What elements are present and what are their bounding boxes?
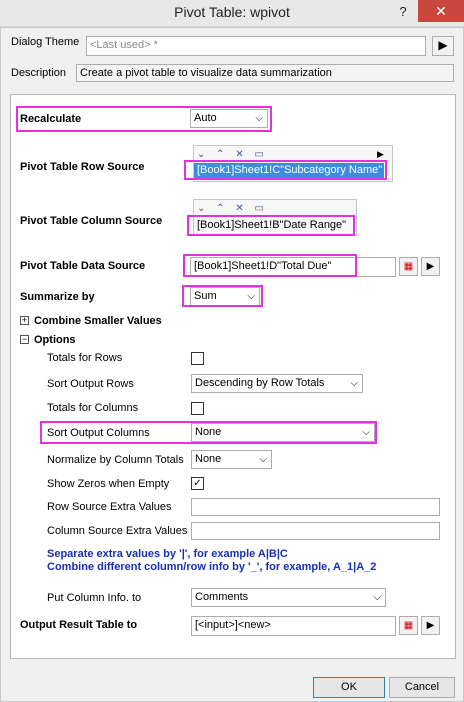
- dialog-theme-label: Dialog Theme: [11, 36, 80, 48]
- chevron-down-icon: ⌵: [362, 427, 370, 438]
- description-label: Description: [11, 67, 67, 79]
- summarize-select[interactable]: Sum ⌵: [190, 287, 260, 306]
- recalculate-value: Auto: [194, 112, 217, 124]
- chevron-down-icon: ⌵: [247, 291, 255, 302]
- normalize-select[interactable]: None ⌵: [191, 450, 272, 469]
- output-label: Output Result Table to: [20, 619, 138, 631]
- sort-cols-select[interactable]: None ⌵: [191, 423, 375, 442]
- data-source-field[interactable]: [Book1]Sheet1!D"Total Due": [190, 257, 396, 277]
- recalculate-select[interactable]: Auto ⌵: [190, 109, 268, 128]
- range-select-icon: ▦: [403, 261, 414, 272]
- normalize-label: Normalize by Column Totals: [47, 454, 184, 466]
- ok-button[interactable]: OK: [313, 677, 385, 698]
- cancel-button[interactable]: Cancel: [389, 677, 455, 698]
- sort-rows-label: Sort Output Rows: [47, 378, 134, 390]
- totals-rows-checkbox[interactable]: [191, 352, 204, 365]
- row-source-label: Pivot Table Row Source: [20, 161, 145, 173]
- put-col-label: Put Column Info. to: [47, 592, 142, 604]
- col-extra-input[interactable]: [191, 522, 440, 540]
- column-source-label: Pivot Table Column Source: [20, 215, 163, 227]
- data-source-picker-button[interactable]: ▦: [399, 257, 418, 276]
- col-extra-label: Column Source Extra Values: [47, 525, 188, 537]
- output-arrow-button[interactable]: ▶: [421, 616, 440, 635]
- column-source-toolbar[interactable]: ⌄ ⌃ ✕ ▭: [197, 203, 268, 214]
- summarize-value: Sum: [194, 290, 217, 302]
- row-source-toolbar[interactable]: ⌄ ⌃ ✕ ▭: [197, 149, 268, 160]
- arrow-right-icon: ▶: [438, 38, 448, 52]
- column-source-menu-icons: ⌄ ⌃ ✕ ▭: [197, 203, 268, 214]
- chevron-down-icon: ⌵: [259, 454, 267, 465]
- row-source-menu-icons: ⌄ ⌃ ✕ ▭: [197, 149, 268, 160]
- chevron-down-icon: ⌵: [373, 592, 381, 603]
- chevron-down-icon: ⌵: [350, 378, 358, 389]
- output-field[interactable]: [<input>]<new>: [191, 616, 396, 636]
- theme-arrow-button[interactable]: ▶: [432, 36, 454, 56]
- sort-rows-select[interactable]: Descending by Row Totals ⌵: [191, 374, 363, 393]
- data-source-arrow-button[interactable]: ▶: [421, 257, 440, 276]
- recalculate-label: Recalculate: [20, 113, 82, 125]
- put-col-value: Comments: [195, 591, 249, 603]
- chevron-down-icon: ⌵: [255, 113, 263, 124]
- row-source-value[interactable]: [Book1]Sheet1!C"Subcategory Name": [194, 163, 384, 179]
- show-zeros-checkbox[interactable]: ✓: [191, 477, 204, 490]
- totals-cols-label: Totals for Columns: [47, 402, 139, 414]
- arrow-right-icon: ▶: [426, 261, 435, 272]
- dialog-theme-field[interactable]: <Last used> *: [86, 36, 426, 56]
- put-col-select[interactable]: Comments ⌵: [191, 588, 386, 607]
- sort-rows-value: Descending by Row Totals: [195, 377, 325, 389]
- sort-cols-value: None: [195, 426, 222, 438]
- show-zeros-label: Show Zeros when Empty: [47, 478, 170, 490]
- arrow-right-icon: ▶: [426, 620, 435, 631]
- normalize-value: None: [195, 453, 222, 465]
- sort-cols-label: Sort Output Columns: [47, 427, 150, 439]
- combine-label[interactable]: Combine Smaller Values: [34, 315, 162, 327]
- options-collapse-icon[interactable]: −: [20, 335, 29, 344]
- combine-expand-icon[interactable]: +: [20, 316, 29, 325]
- totals-rows-label: Totals for Rows: [47, 352, 123, 364]
- range-select-icon: ▦: [403, 620, 414, 631]
- row-extra-label: Row Source Extra Values: [47, 501, 172, 513]
- data-source-label: Pivot Table Data Source: [20, 260, 146, 272]
- summarize-label: Summarize by: [20, 291, 95, 303]
- options-label[interactable]: Options: [34, 334, 76, 346]
- column-source-value[interactable]: [Book1]Sheet1!B"Date Range": [194, 218, 350, 234]
- description-field: Create a pivot table to visualize data s…: [76, 64, 454, 82]
- note-separate-values: Separate extra values by '|', for exampl…: [47, 548, 288, 560]
- totals-cols-checkbox[interactable]: [191, 402, 204, 415]
- row-source-arrow-icon[interactable]: ▶: [377, 149, 384, 160]
- help-button[interactable]: ?: [392, 2, 414, 22]
- note-combine-info: Combine different column/row info by '_'…: [47, 561, 377, 573]
- close-button[interactable]: ✕: [418, 0, 464, 22]
- row-extra-input[interactable]: [191, 498, 440, 516]
- output-picker-button[interactable]: ▦: [399, 616, 418, 635]
